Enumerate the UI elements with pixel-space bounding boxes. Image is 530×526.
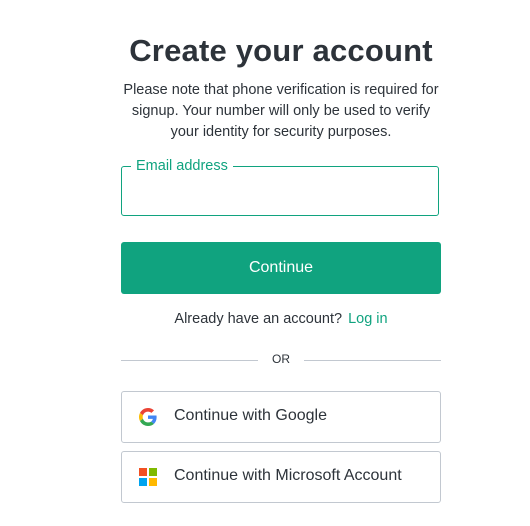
microsoft-icon-red [139,468,147,476]
page-subtitle: Please note that phone verification is r… [123,82,439,140]
continue-with-google-button[interactable]: Continue with Google [121,391,441,443]
page-title: Create your account [129,33,433,68]
divider-line-right [304,360,441,361]
login-prompt-text: Already have an account? [174,311,343,327]
microsoft-button-label: Continue with Microsoft Account [174,467,402,484]
microsoft-icon-green [149,468,157,476]
google-button-label: Continue with Google [174,407,327,424]
login-prompt-row: Already have an account? Log in [121,311,441,327]
microsoft-icon [139,468,157,486]
microsoft-icon-yellow [149,478,157,486]
login-link[interactable]: Log in [348,311,388,327]
divider-line-left [121,360,258,361]
or-divider: OR [121,350,441,370]
signup-page: Create your account Please note that pho… [0,0,530,526]
divider-text: OR [272,352,290,366]
microsoft-icon-blue [139,478,147,486]
email-input[interactable] [136,179,424,203]
email-field-label: Email address [131,157,233,175]
email-field[interactable]: Email address [121,157,439,216]
continue-button[interactable]: Continue [121,242,441,294]
google-icon [139,408,157,426]
continue-with-microsoft-button[interactable]: Continue with Microsoft Account [121,451,441,503]
